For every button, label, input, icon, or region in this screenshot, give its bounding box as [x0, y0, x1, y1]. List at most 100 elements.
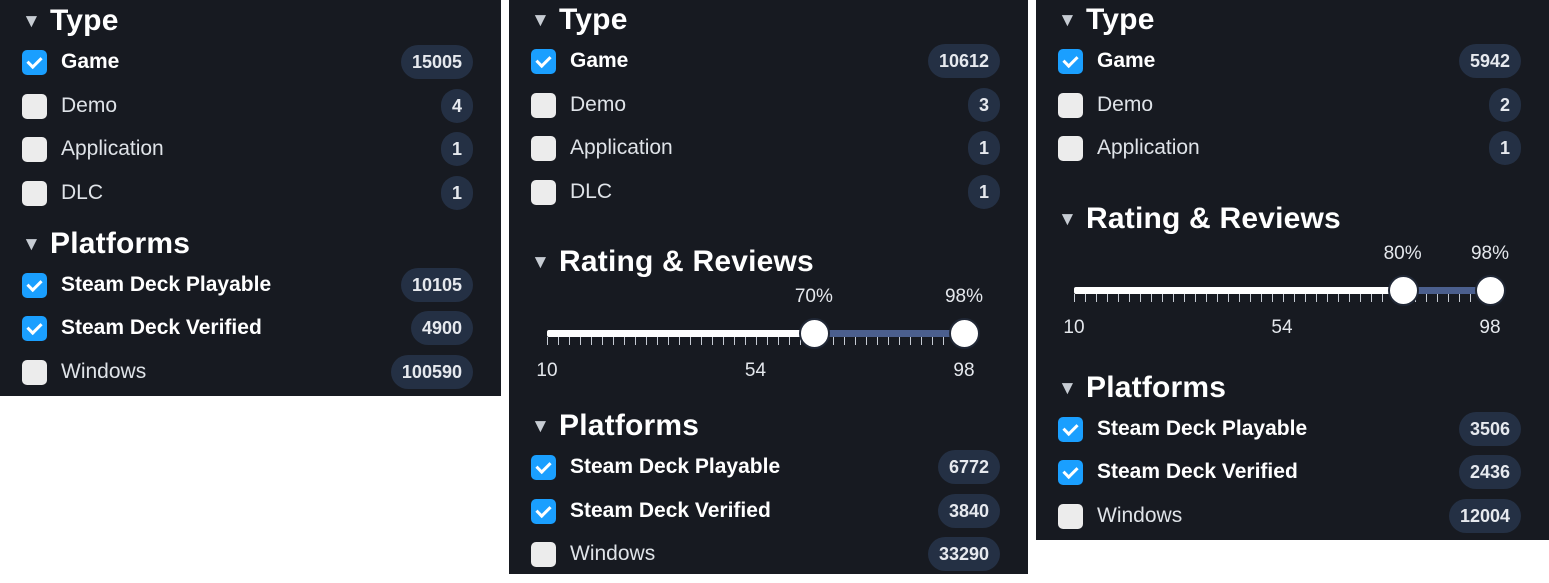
checkbox[interactable] [1058, 459, 1083, 485]
filter-row-steam-deck-verified[interactable]: Steam Deck Verified 3840 [531, 491, 1000, 531]
count-badge: 2436 [1458, 455, 1521, 489]
slider-ticks [1074, 294, 1490, 302]
checkbox[interactable] [1058, 92, 1083, 118]
filter-label: Application [570, 136, 673, 159]
collapse-triangle-icon: ▼ [1058, 377, 1077, 399]
filter-row-demo[interactable]: Demo 2 [1058, 85, 1521, 125]
filter-panel-3: ▼ Type Game 5942 Demo 2 Application 1 ▼ … [1036, 0, 1549, 540]
count-badge: 4900 [410, 311, 473, 345]
filter-row-demo[interactable]: Demo 3 [531, 85, 1000, 125]
slider-high-handle[interactable] [949, 318, 980, 349]
checkbox[interactable] [22, 180, 47, 206]
slider-low-handle[interactable] [798, 318, 830, 349]
collapse-triangle-icon: ▼ [531, 251, 550, 273]
count-badge: 1 [967, 175, 1000, 209]
filter-label: Steam Deck Verified [1097, 460, 1298, 483]
slider-axis-max: 98 [953, 360, 975, 381]
checkbox[interactable] [22, 93, 47, 119]
filter-row-steam-deck-playable[interactable]: Steam Deck Playable 6772 [531, 447, 1000, 487]
filter-label: Game [61, 50, 120, 73]
filter-row-application[interactable]: Application 1 [22, 129, 473, 169]
rating-section-header[interactable]: ▼ Rating & Reviews [1058, 202, 1341, 236]
filter-row-demo[interactable]: Demo 4 [22, 86, 473, 126]
filter-row-windows[interactable]: Windows 100590 [22, 352, 473, 392]
filter-row-steam-deck-verified[interactable]: Steam Deck Verified 4900 [22, 308, 473, 348]
platforms-section-header[interactable]: ▼ Platforms [22, 227, 190, 261]
filter-row-game[interactable]: Game 15005 [22, 42, 473, 82]
filter-row-application[interactable]: Application 1 [531, 128, 1000, 168]
slider-low-value: 80% [1383, 243, 1422, 264]
collapse-triangle-icon: ▼ [531, 9, 550, 31]
filter-label: Steam Deck Playable [61, 273, 272, 296]
filter-row-dlc[interactable]: DLC 1 [531, 172, 1000, 212]
checkbox[interactable] [1058, 503, 1083, 529]
slider-high-value: 98% [944, 286, 984, 307]
slider-high-handle[interactable] [1475, 275, 1506, 306]
type-section-header[interactable]: ▼ Type [531, 3, 628, 37]
checkbox[interactable] [22, 359, 47, 385]
checkbox[interactable] [531, 135, 556, 161]
checkbox[interactable] [531, 48, 556, 74]
filter-row-application[interactable]: Application 1 [1058, 128, 1521, 168]
filter-label: Windows [1097, 504, 1183, 527]
filter-label: Steam Deck Verified [61, 316, 262, 339]
filter-label: Demo [1097, 93, 1154, 116]
filter-row-steam-deck-playable[interactable]: Steam Deck Playable 10105 [22, 265, 473, 305]
rating-section-title: Rating & Reviews [559, 245, 814, 278]
filter-label: Application [61, 137, 164, 160]
slider-axis-min: 10 [1063, 317, 1085, 338]
collapse-triangle-icon: ▼ [1058, 9, 1077, 31]
checkbox[interactable] [22, 272, 47, 298]
filter-row-steam-deck-playable[interactable]: Steam Deck Playable 3506 [1058, 409, 1521, 449]
filter-row-game[interactable]: Game 10612 [531, 41, 1000, 81]
filter-panel-1: ▼ Type Game 15005 Demo 4 Application 1 D… [0, 0, 501, 396]
filter-label: Application [1097, 136, 1200, 159]
count-badge: 1 [440, 132, 473, 166]
count-badge: 4 [440, 89, 473, 123]
filter-label: Game [570, 49, 629, 72]
checkbox[interactable] [531, 179, 556, 205]
count-badge: 6772 [937, 450, 1000, 484]
count-badge: 10105 [400, 268, 473, 302]
platforms-section-header[interactable]: ▼ Platforms [1058, 371, 1226, 405]
count-badge: 3506 [1458, 412, 1521, 446]
rating-section-title: Rating & Reviews [1086, 202, 1341, 235]
checkbox[interactable] [22, 136, 47, 162]
checkbox[interactable] [531, 92, 556, 118]
filter-row-windows[interactable]: Windows 12004 [1058, 496, 1521, 536]
filter-row-windows[interactable]: Windows 33290 [531, 534, 1000, 574]
checkbox[interactable] [22, 315, 47, 341]
count-badge: 33290 [927, 537, 1000, 571]
count-badge: 5942 [1458, 44, 1521, 78]
slider-high-value: 98% [1470, 243, 1510, 264]
slider-axis-mid: 54 [744, 360, 767, 381]
count-badge: 1 [440, 176, 473, 210]
slider-axis-mid: 54 [1271, 317, 1293, 338]
slider-low-handle[interactable] [1387, 275, 1419, 306]
checkbox[interactable] [22, 49, 47, 75]
filter-row-dlc[interactable]: DLC 1 [22, 173, 473, 213]
checkbox[interactable] [531, 541, 556, 567]
slider-axis-max: 98 [1479, 317, 1501, 338]
count-badge: 3840 [937, 494, 1000, 528]
rating-section-header[interactable]: ▼ Rating & Reviews [531, 245, 814, 279]
type-section-header[interactable]: ▼ Type [22, 4, 119, 38]
slider-low-value: 70% [794, 286, 833, 307]
type-section-title: Type [1086, 3, 1155, 36]
checkbox[interactable] [531, 498, 556, 524]
checkbox[interactable] [1058, 135, 1083, 161]
filter-label: DLC [570, 180, 613, 203]
checkbox[interactable] [531, 454, 556, 480]
checkbox[interactable] [1058, 48, 1083, 74]
checkbox[interactable] [1058, 416, 1083, 442]
filter-row-steam-deck-verified[interactable]: Steam Deck Verified 2436 [1058, 452, 1521, 492]
filter-label: Steam Deck Playable [1097, 417, 1308, 440]
filter-label: Steam Deck Playable [570, 455, 781, 478]
platforms-section-title: Platforms [50, 227, 191, 260]
filter-label: DLC [61, 181, 104, 204]
count-badge: 12004 [1448, 499, 1521, 533]
type-section-header[interactable]: ▼ Type [1058, 3, 1155, 37]
filter-row-game[interactable]: Game 5942 [1058, 41, 1521, 81]
filter-label: Windows [61, 360, 147, 383]
platforms-section-header[interactable]: ▼ Platforms [531, 409, 699, 443]
